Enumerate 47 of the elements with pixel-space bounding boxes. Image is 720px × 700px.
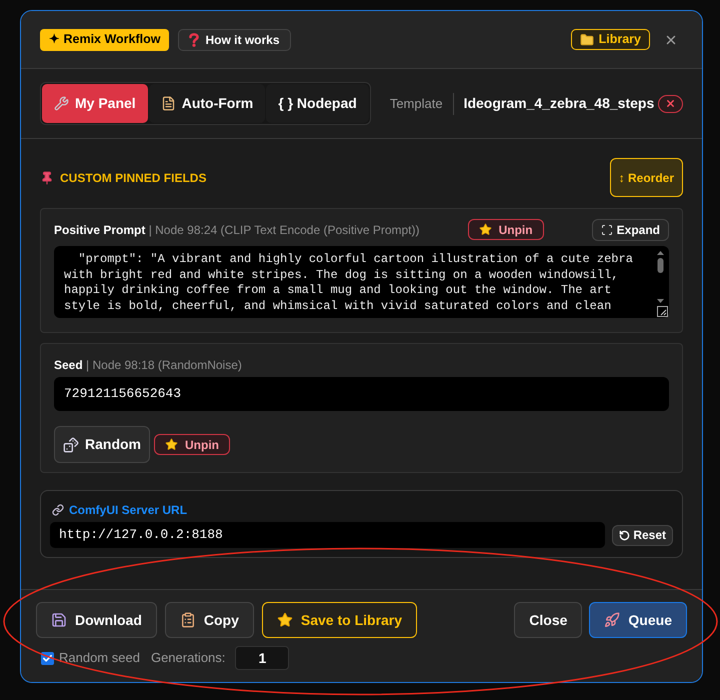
tab[interactable]: { } Nodepad: [266, 84, 369, 123]
corner-brackets-icon: [600, 224, 613, 236]
generations-label: Generations:: [150, 649, 226, 668]
field-label: Positive Prompt | Node 98:24 (CLIP Text Encode (Positive Prompt)): [54, 222, 420, 238]
unpin-button[interactable]: Unpin: [468, 219, 544, 240]
field-label: Seed | Node 98:18 (RandomNoise): [54, 357, 242, 374]
clear-template-button[interactable]: [658, 94, 683, 112]
server-url-label: ComfyUI Server URL: [69, 502, 188, 519]
queue-button[interactable]: Queue: [589, 602, 687, 638]
link-icon: [52, 504, 64, 516]
folder-icon: [580, 32, 594, 46]
random-seed-label: Random seed: [59, 649, 140, 668]
unpin-button[interactable]: Unpin: [154, 434, 230, 455]
expand-button[interactable]: Expand: [592, 218, 669, 240]
tab[interactable]: Auto-Form: [148, 84, 266, 123]
download-button[interactable]: Download: [36, 602, 157, 638]
library-button[interactable]: Library: [570, 29, 650, 50]
resize-grip-icon[interactable]: [657, 306, 668, 317]
wrench-icon: [54, 96, 69, 111]
section-title: CUSTOM PINNED FIELDS: [60, 170, 206, 186]
star-icon: [165, 438, 178, 451]
random-button[interactable]: Random: [54, 426, 150, 463]
pin-icon: [40, 170, 54, 184]
template-label: Template: [390, 94, 443, 113]
template-name: Ideogram_4_zebra_48_steps: [464, 94, 654, 113]
tab[interactable]: My Panel: [42, 84, 148, 123]
reorder-button[interactable]: ↕ Reorder: [610, 158, 683, 197]
document-icon: [160, 96, 176, 111]
copy-button[interactable]: Copy: [164, 602, 254, 638]
seed-input[interactable]: 729121156652643: [54, 377, 669, 411]
remix-workflow-button[interactable]: ✦ Remix Workflow: [40, 28, 170, 50]
scrollbar[interactable]: [656, 250, 665, 304]
how-it-works-button[interactable]: How it works: [178, 28, 290, 50]
save-to-library-button[interactable]: Save to Library: [262, 602, 418, 638]
question-mark-icon: [189, 32, 200, 46]
generations-input[interactable]: 1: [235, 646, 290, 670]
prompt-textarea[interactable]: "prompt": "A vibrant and highly colorful cartoon illustration of a cute zebra with bright red and white stripes. The dog is sitting on a wooden windowsill, happily drinking coffee from a small mug and looking out the window. The art style is bold, cheerful, and whimsical with vivid saturated colors and clean: [54, 246, 669, 318]
rocket-icon: [604, 612, 620, 628]
server-url-input[interactable]: http://127.0.0.2:8188: [50, 522, 606, 548]
reset-button[interactable]: Reset: [612, 524, 673, 546]
rotate-arrow-icon: [619, 530, 630, 540]
dice-icon: [63, 436, 79, 452]
star-icon: [276, 612, 293, 628]
clipboard-icon: [180, 612, 196, 628]
close-button[interactable]: Close: [514, 602, 582, 638]
close-icon: [665, 98, 676, 109]
star-icon: [478, 223, 492, 236]
